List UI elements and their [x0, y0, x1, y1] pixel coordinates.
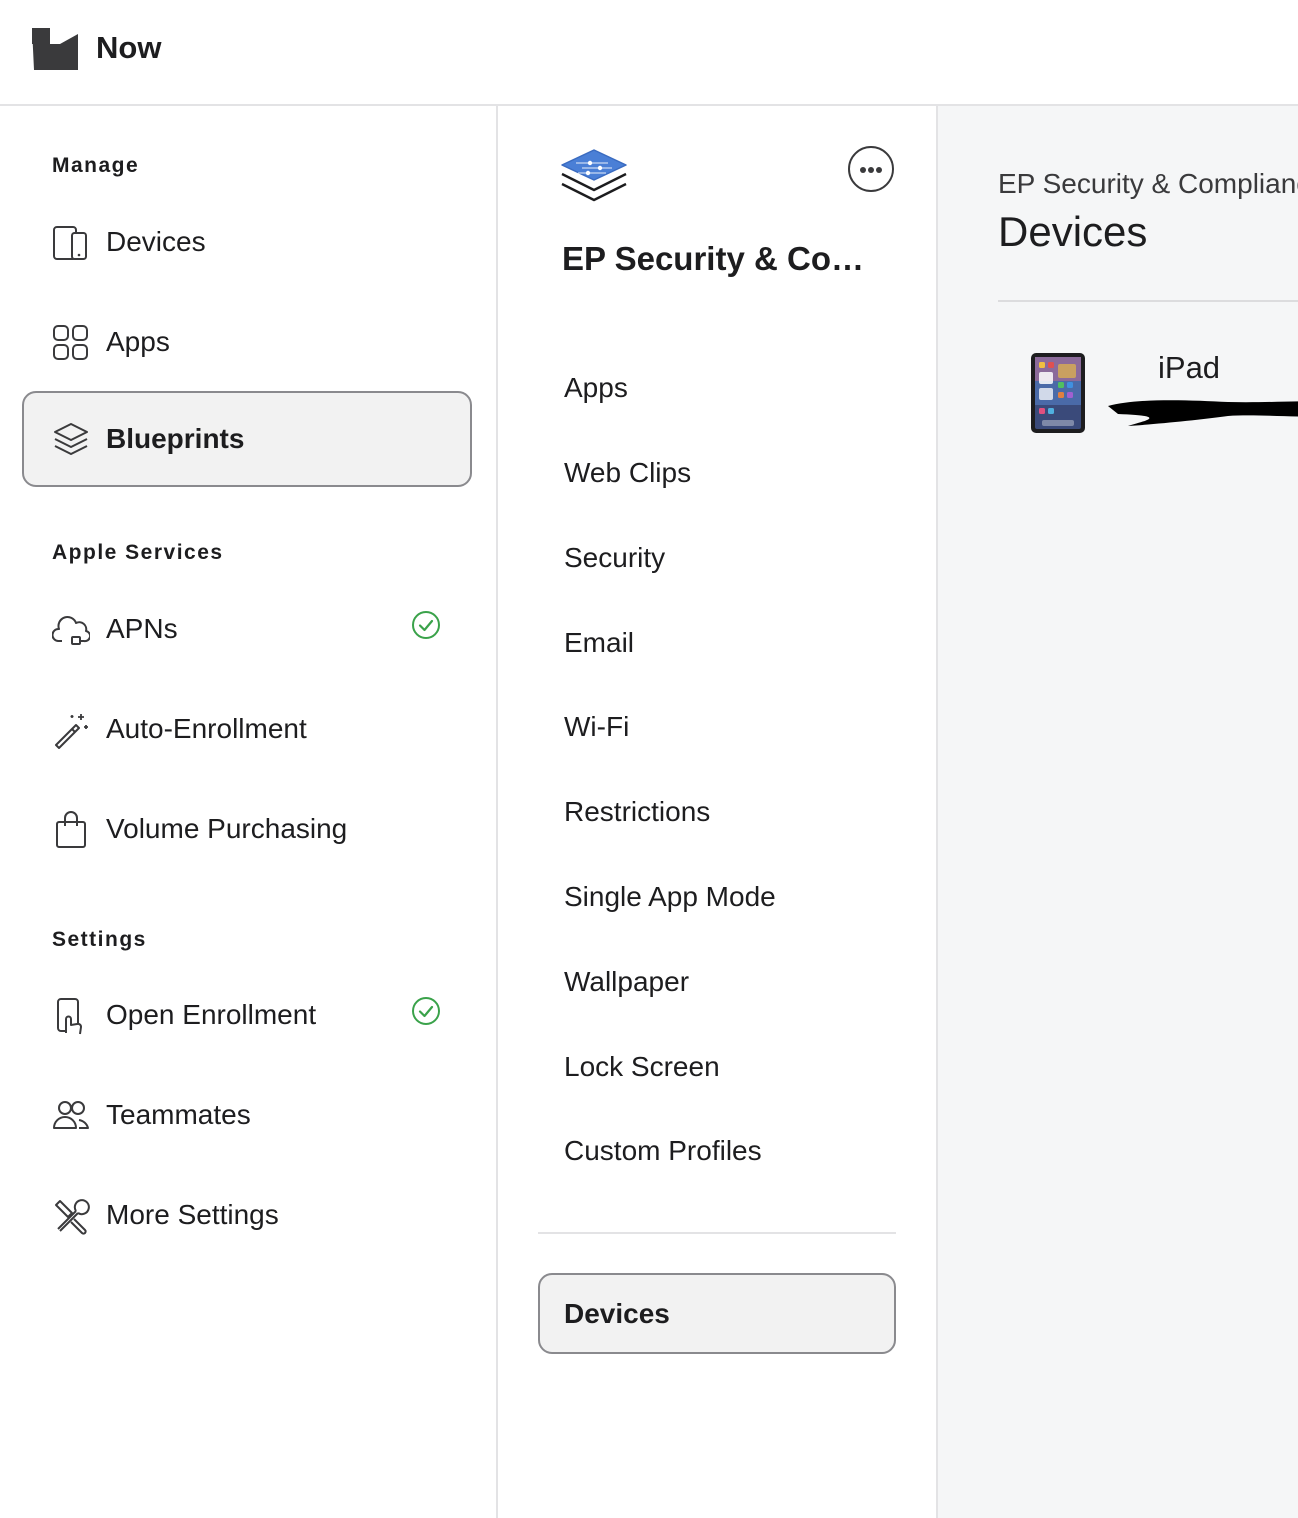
- sidebar-item-apps[interactable]: Apps: [22, 294, 472, 390]
- menu-item-email[interactable]: Email: [564, 627, 634, 659]
- more-options-button[interactable]: [848, 146, 894, 192]
- sidebar-item-blueprints[interactable]: Blueprints: [22, 391, 472, 487]
- people-icon: [53, 1101, 89, 1129]
- sidebar-item-auto-enrollment[interactable]: Auto-Enrollment: [22, 681, 472, 777]
- sidebar-item-volume-purchasing[interactable]: Volume Purchasing: [22, 781, 472, 877]
- ipad-thumbnail-icon: [1031, 353, 1085, 433]
- menu-item-wifi[interactable]: Wi-Fi: [564, 711, 629, 743]
- menu-item-wallpaper[interactable]: Wallpaper: [564, 966, 689, 998]
- divider: [998, 300, 1298, 302]
- sidebar-item-label: Auto-Enrollment: [106, 713, 307, 744]
- blueprint-name: EP Security & Compliance: [562, 240, 882, 277]
- page-title: Devices: [998, 208, 1148, 255]
- sidebar-item-more-settings[interactable]: More Settings: [22, 1167, 472, 1263]
- magic-wand-icon: [55, 714, 88, 749]
- divider: [538, 1232, 896, 1234]
- cloud-lock-icon: [52, 616, 90, 645]
- check-circle-icon: [412, 997, 440, 1025]
- breadcrumb[interactable]: EP Security & Compliance: [998, 168, 1298, 200]
- section-title-settings: Settings: [52, 928, 147, 951]
- now-logo-icon[interactable]: [30, 26, 80, 74]
- sidebar-item-teammates[interactable]: Teammates: [22, 1067, 472, 1163]
- check-circle-icon: [412, 611, 440, 639]
- blueprint-panel: EP Security & Compliance Apps Web Clips …: [498, 106, 938, 1518]
- sidebar: Manage Devices Apps Blueprints Apple Ser…: [0, 106, 498, 1518]
- menu-item-single-app-mode[interactable]: Single App Mode: [564, 881, 776, 913]
- devices-tab[interactable]: Devices: [538, 1273, 896, 1354]
- sidebar-item-devices[interactable]: Devices: [22, 194, 472, 290]
- top-bar: Now: [0, 0, 1298, 106]
- menu-item-custom-profiles[interactable]: Custom Profiles: [564, 1135, 762, 1167]
- sidebar-item-label: APNs: [106, 613, 178, 644]
- redaction-mark: [1108, 400, 1298, 426]
- sidebar-item-label: More Settings: [106, 1199, 279, 1230]
- sidebar-item-label: Volume Purchasing: [106, 813, 348, 844]
- menu-item-web-clips[interactable]: Web Clips: [564, 457, 691, 489]
- sidebar-item-label: Open Enrollment: [106, 999, 317, 1030]
- tools-icon: [55, 1199, 90, 1235]
- section-title-apple-services: Apple Services: [52, 541, 224, 564]
- menu-item-apps[interactable]: Apps: [564, 372, 628, 404]
- apps-grid-icon: [53, 325, 88, 360]
- menu-item-security[interactable]: Security: [564, 542, 665, 574]
- menu-item-lock-screen[interactable]: Lock Screen: [564, 1051, 720, 1083]
- menu-item-restrictions[interactable]: Restrictions: [564, 796, 710, 828]
- phone-tap-icon: [57, 998, 82, 1035]
- sidebar-item-label: Devices: [106, 226, 206, 257]
- device-name: iPad: [1158, 350, 1221, 385]
- content-panel: EP Security & Compliance Devices iPad: [938, 106, 1298, 1518]
- devices-tab-label: Devices: [564, 1298, 670, 1329]
- section-title-manage: Manage: [52, 154, 140, 177]
- blueprints-stack-icon: [54, 423, 88, 455]
- sidebar-item-apns[interactable]: APNs: [22, 581, 472, 677]
- sidebar-item-label: Teammates: [106, 1099, 251, 1130]
- shopping-bag-icon: [56, 811, 86, 848]
- sidebar-item-label: Apps: [106, 326, 170, 357]
- device-list-item[interactable]: iPad: [998, 336, 1298, 446]
- devices-icon: [53, 226, 87, 260]
- blueprint-layers-icon: [561, 149, 627, 202]
- sidebar-item-label: Blueprints: [106, 423, 245, 454]
- app-title[interactable]: Now: [96, 30, 161, 66]
- sidebar-item-open-enrollment[interactable]: Open Enrollment: [22, 967, 472, 1063]
